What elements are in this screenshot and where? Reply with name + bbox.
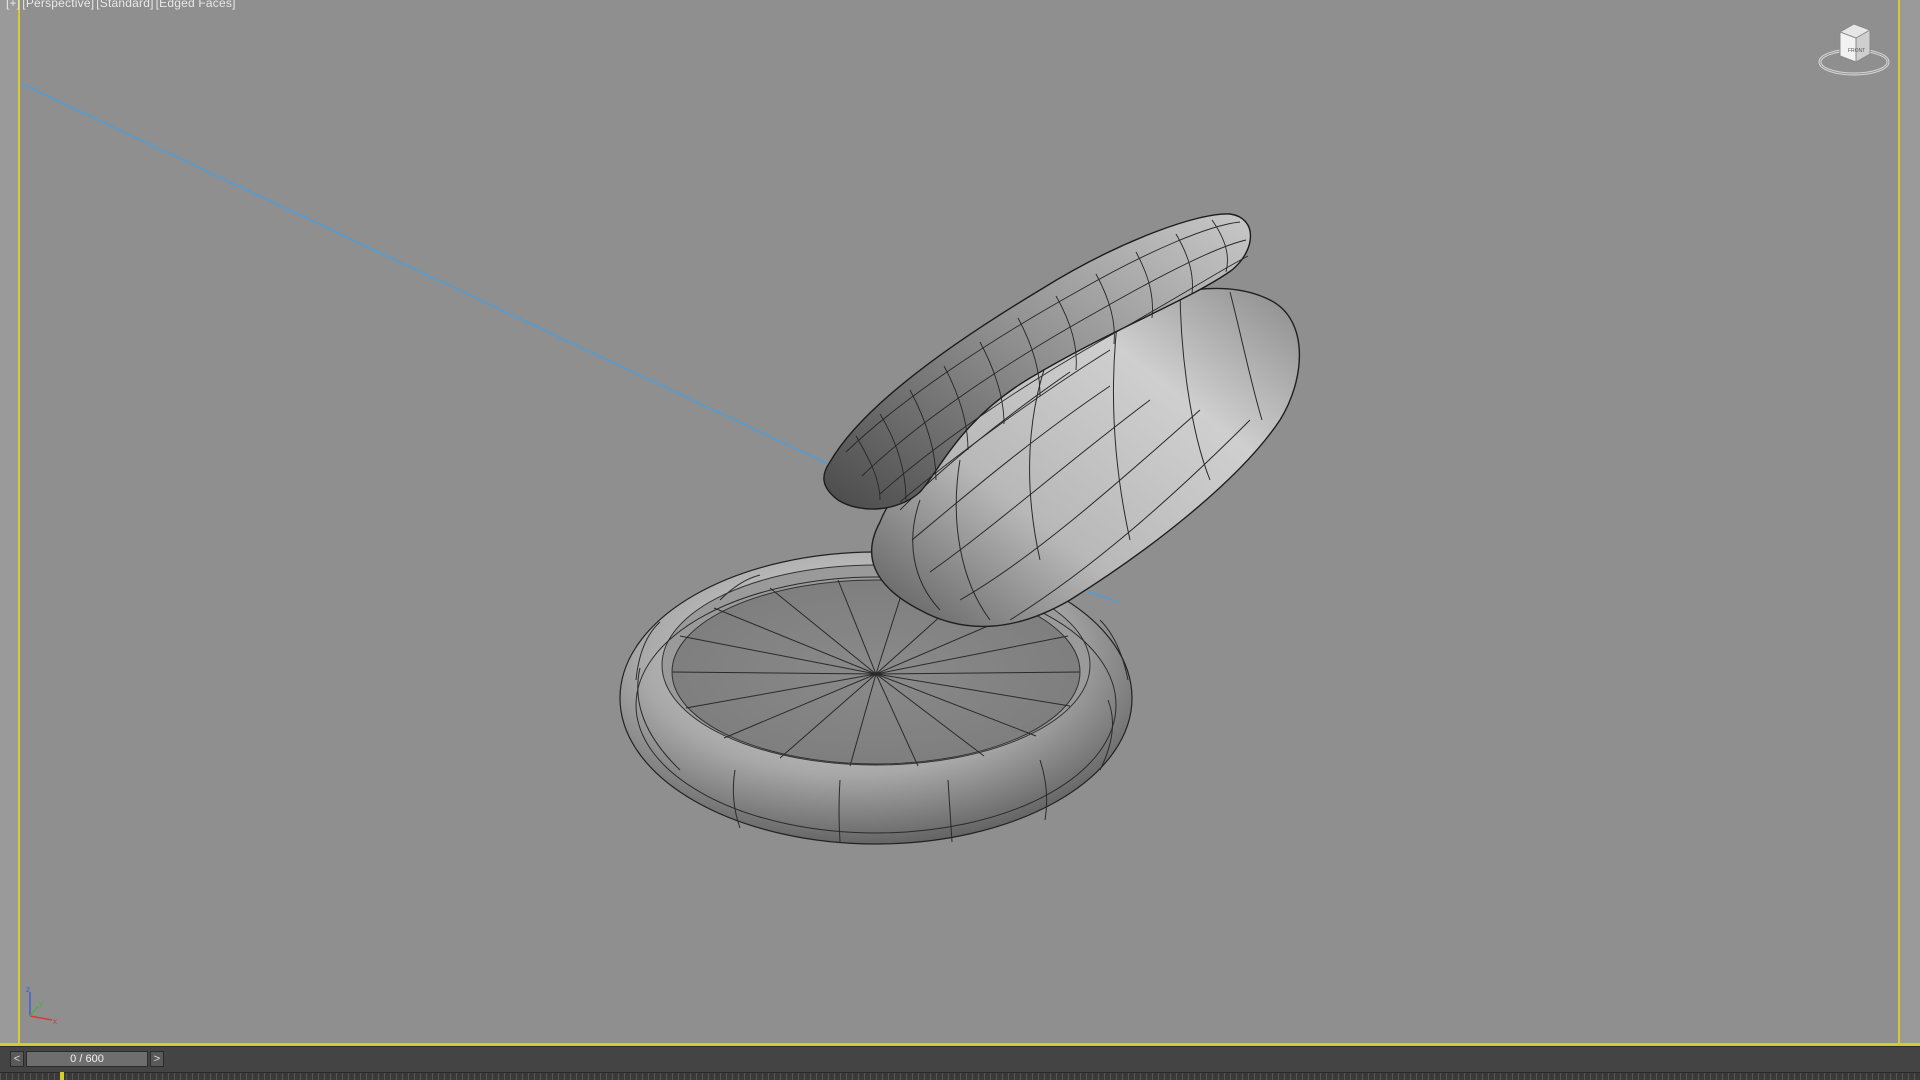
- time-slider[interactable]: 0 / 600: [26, 1051, 148, 1067]
- perspective-viewport[interactable]: [+] [Perspective] [Standard] [Edged Faces]: [0, 0, 1920, 1046]
- frame-counter: 0 / 600: [70, 1053, 104, 1065]
- timeline-bar: < 0 / 600 >: [0, 1046, 1920, 1072]
- axis-z-label: z: [26, 986, 30, 994]
- viewcube-icon[interactable]: FRONT: [1814, 18, 1894, 82]
- axis-x-label: x: [53, 1017, 57, 1026]
- axis-tripod-icon: z y x: [26, 986, 57, 1026]
- scene-canvas[interactable]: [0, 0, 1920, 1046]
- current-frame-marker[interactable]: [60, 1072, 64, 1080]
- 3d-app-window: [+] [Perspective] [Standard] [Edged Faces]: [0, 0, 1920, 1080]
- chevron-left-icon: <: [13, 1053, 21, 1065]
- viewcube-face-label: FRONT: [1848, 48, 1865, 54]
- next-frame-button[interactable]: >: [150, 1051, 164, 1067]
- previous-frame-button[interactable]: <: [10, 1051, 24, 1067]
- chevron-right-icon: >: [153, 1053, 161, 1065]
- track-bar[interactable]: [0, 1072, 1920, 1080]
- axis-y-label: y: [39, 999, 43, 1008]
